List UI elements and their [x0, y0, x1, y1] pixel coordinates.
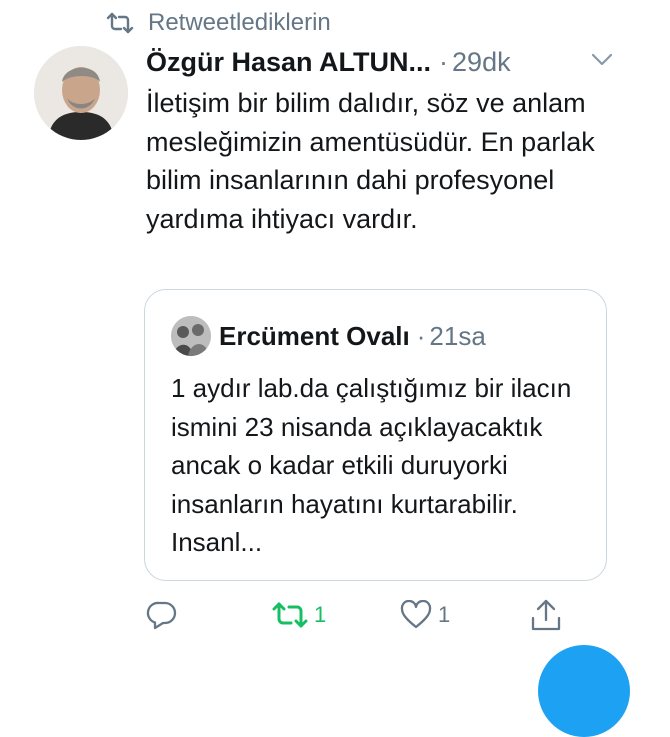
quoted-tweet-text: 1 aydır lab.da çalıştığımız bir ilacın i… [171, 373, 572, 557]
author-avatar[interactable] [34, 46, 128, 140]
chevron-down-icon[interactable] [590, 52, 614, 73]
tweet-time[interactable]: 29dk [452, 47, 511, 78]
tweet-text: İletişim bir bilim dalıdır, söz ve anlam… [146, 88, 595, 234]
heart-icon [400, 600, 432, 630]
quoted-author-avatar[interactable] [171, 316, 211, 356]
quoted-tweet-separator: · [416, 320, 426, 351]
author-name[interactable]: Özgür Hasan ALTUN... [146, 47, 431, 78]
retweet-count: 1 [314, 602, 327, 627]
retweet-context[interactable]: Retweetlediklerin [106, 9, 331, 37]
quoted-author-name[interactable]: Ercüment Ovalı [219, 321, 410, 352]
retweet-button[interactable]: 1 [272, 597, 326, 633]
like-count: 1 [438, 602, 451, 627]
compose-button[interactable] [538, 645, 630, 737]
quoted-tweet-time[interactable]: 21sa [429, 321, 485, 352]
share-icon [530, 598, 562, 632]
tweet-separator: · [439, 46, 449, 77]
share-button[interactable] [530, 597, 562, 633]
retweet-context-label: Retweetlediklerin [148, 9, 331, 36]
retweet-icon [272, 601, 308, 629]
reply-button[interactable] [146, 597, 178, 633]
retweet-icon [106, 12, 134, 34]
like-button[interactable]: 1 [400, 597, 450, 633]
quoted-tweet-header: Ercüment Ovalı · 21sa [219, 318, 486, 354]
quoted-tweet-card[interactable]: Ercüment Ovalı · 21sa 1 aydır lab.da çal… [144, 289, 607, 581]
reply-icon [146, 599, 178, 631]
tweet-header: Özgür Hasan ALTUN... · 29dk [146, 44, 626, 80]
